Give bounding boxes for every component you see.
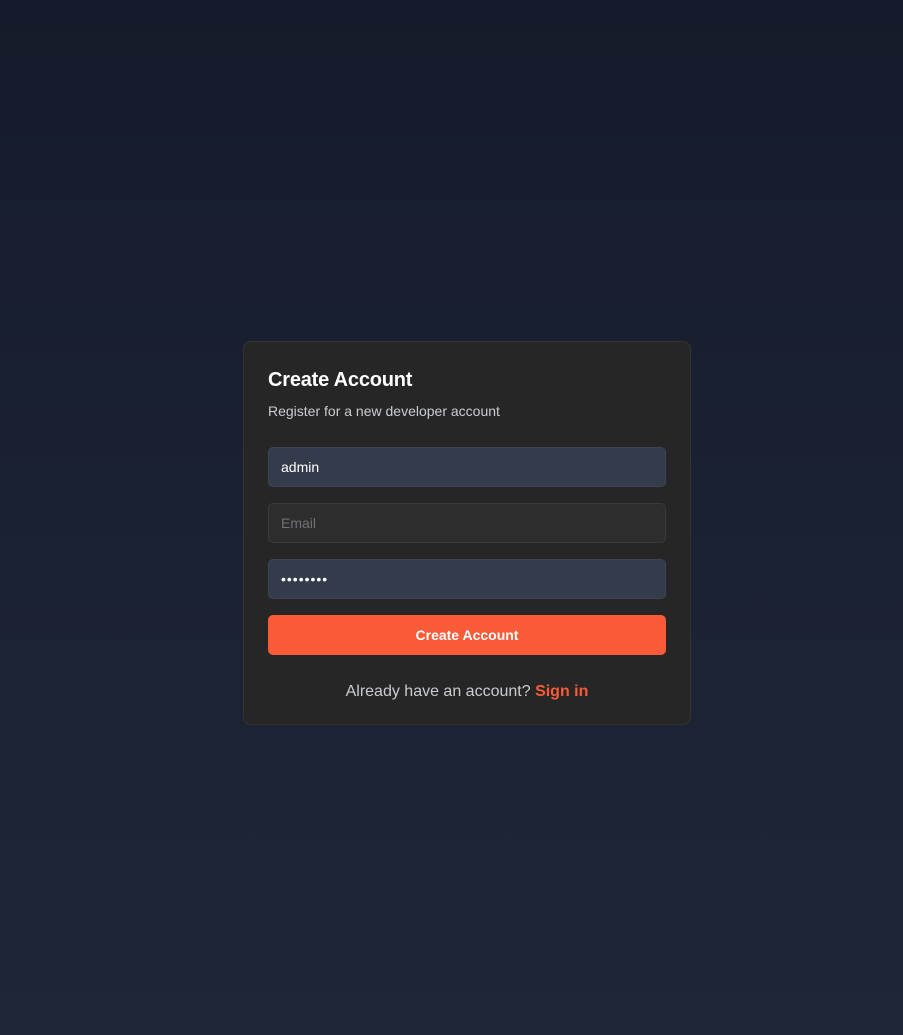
signin-prompt-text: Already have an account? [345, 683, 536, 700]
card-title: Create Account [268, 369, 413, 391]
register-card: Create Account Register for a new develo… [243, 341, 691, 725]
sign-in-link[interactable]: Sign in [535, 683, 588, 700]
email-input[interactable] [268, 503, 666, 543]
create-account-button[interactable]: Create Account [268, 615, 666, 655]
password-input[interactable] [268, 559, 666, 599]
signin-prompt: Already have an account? Sign in [268, 682, 666, 702]
username-input[interactable] [268, 447, 666, 487]
card-subtitle: Register for a new developer account [268, 403, 500, 419]
